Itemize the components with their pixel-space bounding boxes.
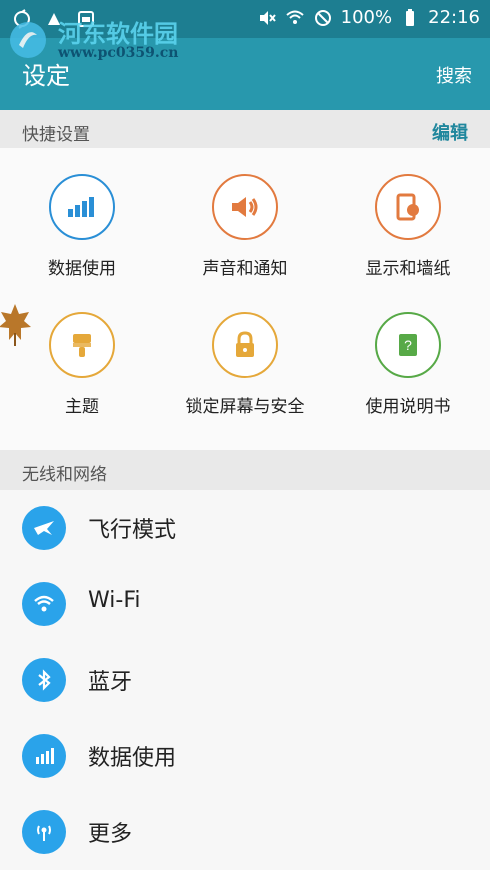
quick-settings-header: 快捷设置 编辑 xyxy=(0,110,490,150)
quick-item-label: 数据使用 xyxy=(48,259,116,279)
no-signal-icon xyxy=(314,10,331,26)
clock-text: 22:16 xyxy=(428,7,480,28)
quick-sound-notification[interactable]: 声音和通知 xyxy=(165,174,325,294)
manual-icon: ? xyxy=(375,312,441,378)
list-item-bluetooth[interactable]: 蓝牙 xyxy=(0,642,490,718)
sound-icon xyxy=(212,174,278,240)
quick-item-label: 锁定屏幕与安全 xyxy=(185,397,305,417)
svg-text:?: ? xyxy=(404,337,412,353)
quick-settings-title: 快捷设置 xyxy=(22,125,90,145)
airplane-icon xyxy=(22,506,66,550)
watermark-text: 河东软件园 xyxy=(58,20,178,48)
quick-user-manual[interactable]: ? 使用说明书 xyxy=(328,312,488,432)
data-usage-icon xyxy=(49,174,115,240)
more-icon xyxy=(22,810,66,854)
maple-leaf-icon xyxy=(0,304,31,346)
watermark-url: www.pc0359.cn xyxy=(58,45,179,61)
list-item-label: Wi-Fi xyxy=(88,588,141,613)
quick-display-wallpaper[interactable]: 显示和墙纸 xyxy=(328,174,488,294)
quick-item-label: 显示和墙纸 xyxy=(365,259,451,279)
quick-item-label: 声音和通知 xyxy=(202,259,288,279)
list-item-airplane-mode[interactable]: 飞行模式 xyxy=(0,490,490,566)
list-item-label: 飞行模式 xyxy=(88,518,177,543)
bluetooth-icon xyxy=(22,658,66,702)
wifi-status-icon xyxy=(285,10,304,24)
list-item-wifi[interactable]: Wi-Fi xyxy=(0,566,490,642)
data-usage-icon xyxy=(22,734,66,778)
search-button[interactable]: 搜索 xyxy=(436,62,472,88)
quick-lock-security[interactable]: 锁定屏幕与安全 xyxy=(165,312,325,432)
list-item-label: 更多 xyxy=(88,822,133,847)
list-item-label: 蓝牙 xyxy=(88,670,133,695)
network-title: 无线和网络 xyxy=(22,465,107,485)
edit-button[interactable]: 编辑 xyxy=(432,119,468,145)
battery-icon xyxy=(406,9,415,26)
watermark-logo-icon xyxy=(10,22,46,58)
list-item-data-usage[interactable]: 数据使用 xyxy=(0,718,490,794)
list-item-label: 数据使用 xyxy=(88,746,177,771)
mute-icon xyxy=(259,11,276,25)
quick-settings-grid: 数据使用 声音和通知 显示和墙纸 主题 锁定屏幕与安全 ? 使用说明书 xyxy=(0,148,490,450)
wifi-icon xyxy=(22,582,66,626)
lock-icon xyxy=(212,312,278,378)
network-header: 无线和网络 xyxy=(0,450,490,490)
battery-text: 100% xyxy=(340,7,393,28)
display-icon xyxy=(375,174,441,240)
quick-item-label: 主题 xyxy=(65,397,99,417)
theme-icon xyxy=(49,312,115,378)
quick-data-usage[interactable]: 数据使用 xyxy=(2,174,162,294)
list-item-more[interactable]: 更多 xyxy=(0,794,490,870)
quick-item-label: 使用说明书 xyxy=(365,397,451,417)
